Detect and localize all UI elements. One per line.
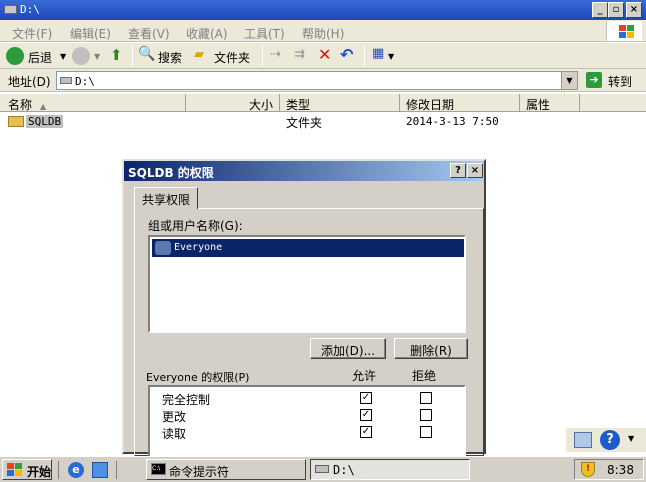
ie-icon[interactable]: e <box>68 462 84 478</box>
minimize-button[interactable]: _ <box>592 2 608 18</box>
permission-full-control: 完全控制 <box>162 393 211 407</box>
menu-bar: 文件(F) 编辑(E) 查看(V) 收藏(A) 工具(T) 帮助(H) <box>0 20 646 42</box>
column-attributes[interactable]: 属性 <box>520 94 580 112</box>
dialog-title-bar[interactable]: SQLDB 的权限 ? × <box>124 161 484 181</box>
delete-icon[interactable]: ✕ <box>318 45 331 64</box>
address-input[interactable]: D:\ ▼ <box>56 71 578 90</box>
permissions-dialog: SQLDB 的权限 ? × 共享权限 组或用户名称(G): Everyone 添… <box>122 159 486 456</box>
drive-icon <box>60 77 72 84</box>
maximize-button[interactable]: ▫ <box>608 2 624 18</box>
clock[interactable]: 8:38 <box>607 463 634 477</box>
add-button[interactable]: 添加(D)... <box>310 338 386 359</box>
group-users-label: 组或用户名称(G): <box>148 219 243 233</box>
task-command-prompt[interactable]: C:\ 命令提示符 <box>146 459 306 480</box>
views-dropdown-icon[interactable]: ▼ <box>388 52 394 61</box>
address-value: D:\ <box>75 75 95 88</box>
user-list[interactable]: Everyone <box>148 235 466 333</box>
system-tray: ! 8:38 <box>574 459 644 480</box>
column-name[interactable]: 名称 ▲ <box>0 94 186 112</box>
task-explorer-d[interactable]: D:\ <box>310 459 470 480</box>
chevron-down-icon[interactable]: ▼ <box>628 434 634 443</box>
address-bar: 地址(D) D:\ ▼ ➔ 转到 <box>0 69 646 92</box>
permission-read: 读取 <box>162 427 187 441</box>
file-row[interactable]: SQLDB 文件夹 2014-3-13 7:50 <box>0 113 646 130</box>
toolbar: 后退 ▼ ▼ ⬆ 🔍 搜索 ▰ 文件夹 ⇢ ⇉ ✕ ↶ ▦ ▼ <box>0 43 646 69</box>
window-title: D:\ <box>20 3 40 16</box>
forward-dropdown-icon[interactable]: ▼ <box>94 52 100 61</box>
folders-button-label[interactable]: 文件夹 <box>214 49 250 66</box>
cmd-icon: C:\ <box>151 463 166 475</box>
column-size[interactable]: 大小 <box>186 94 280 112</box>
close-button[interactable]: × <box>626 2 642 18</box>
menu-edit[interactable]: 编辑(E) <box>70 25 111 42</box>
go-button-label: 转到 <box>608 75 633 89</box>
window-title-bar[interactable]: D:\ _ ▫ × <box>0 0 646 20</box>
permissions-header: Everyone 的权限(P) <box>146 371 250 384</box>
windows-logo-icon <box>7 463 23 477</box>
file-name: SQLDB <box>26 115 64 128</box>
shared-folder-icon <box>8 116 24 127</box>
windows-logo-icon <box>606 21 642 41</box>
remove-button[interactable]: 删除(R) <box>394 338 468 359</box>
drive-icon <box>315 465 329 473</box>
help-icon[interactable]: ? <box>600 430 620 450</box>
drive-icon <box>4 5 17 14</box>
go-button[interactable]: ➔ 转到 <box>584 71 644 90</box>
column-type[interactable]: 类型 <box>280 94 400 112</box>
deny-change-checkbox[interactable] <box>420 409 432 421</box>
permissions-list: 完全控制 ✓ 更改 ✓ 读取 ✓ <box>148 385 466 456</box>
search-button-label[interactable]: 搜索 <box>158 49 182 66</box>
forward-arrow-icon[interactable] <box>72 47 90 65</box>
list-header: 名称 ▲ 大小 类型 修改日期 属性 <box>0 94 646 112</box>
address-dropdown-icon[interactable]: ▼ <box>561 72 577 89</box>
help-button[interactable]: ? <box>450 163 466 178</box>
address-label: 地址(D) <box>8 75 51 89</box>
permission-change: 更改 <box>162 410 187 424</box>
go-arrow-icon: ➔ <box>586 72 602 88</box>
dialog-close-button[interactable]: × <box>467 163 483 178</box>
status-area: ? ▼ <box>566 428 646 452</box>
start-button[interactable]: 开始 <box>2 459 52 480</box>
quicklaunch-explorer-icon[interactable] <box>92 462 108 478</box>
deny-header: 拒绝 <box>412 369 437 383</box>
security-shield-icon[interactable]: ! <box>581 462 595 477</box>
allow-full-control-checkbox[interactable]: ✓ <box>360 392 372 404</box>
undo-icon[interactable]: ↶ <box>340 45 353 64</box>
allow-change-checkbox[interactable]: ✓ <box>360 409 372 421</box>
tab-share-permissions[interactable]: 共享权限 <box>134 187 198 209</box>
network-icon[interactable] <box>574 432 592 448</box>
menu-tools[interactable]: 工具(T) <box>244 25 285 42</box>
taskbar: 开始 e C:\ 命令提示符 D:\ ! 8:38 <box>0 456 646 482</box>
allow-header: 允许 <box>352 369 377 383</box>
menu-file[interactable]: 文件(F) <box>12 25 52 42</box>
back-dropdown-icon[interactable]: ▼ <box>60 52 66 61</box>
deny-read-checkbox[interactable] <box>420 426 432 438</box>
menu-view[interactable]: 查看(V) <box>128 25 170 42</box>
menu-favorites[interactable]: 收藏(A) <box>186 25 228 42</box>
back-button-label[interactable]: 后退 <box>28 49 52 66</box>
views-icon[interactable]: ▦ <box>372 46 384 61</box>
back-arrow-icon[interactable] <box>6 47 24 65</box>
dialog-title: SQLDB 的权限 <box>128 166 214 180</box>
user-group-icon <box>155 241 171 255</box>
menu-help[interactable]: 帮助(H) <box>302 25 344 42</box>
move-to-icon[interactable]: ⇢ <box>270 47 281 62</box>
copy-to-icon[interactable]: ⇉ <box>294 47 305 62</box>
search-icon[interactable]: 🔍 <box>138 46 155 62</box>
folders-icon[interactable]: ▰ <box>194 47 204 62</box>
file-modified: 2014-3-13 7:50 <box>406 115 499 128</box>
sort-ascending-icon: ▲ <box>40 102 47 111</box>
user-list-item[interactable]: Everyone <box>152 239 464 257</box>
up-folder-icon[interactable]: ⬆ <box>110 46 123 64</box>
file-type: 文件夹 <box>286 116 323 130</box>
allow-read-checkbox[interactable]: ✓ <box>360 426 372 438</box>
deny-full-control-checkbox[interactable] <box>420 392 432 404</box>
column-modified[interactable]: 修改日期 <box>400 94 520 112</box>
